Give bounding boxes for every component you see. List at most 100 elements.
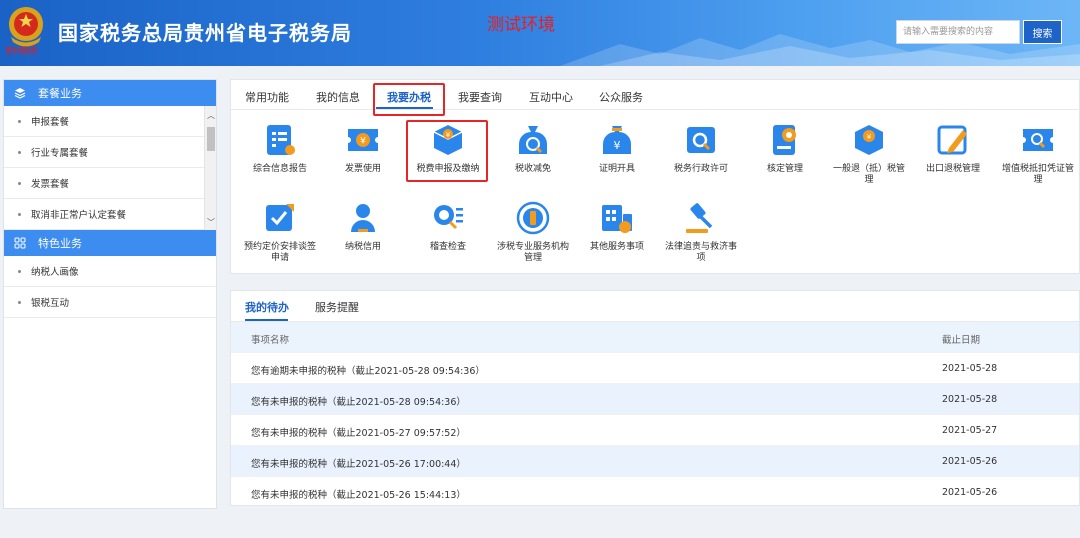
func-admin-permit[interactable]: 税务行政许可 bbox=[661, 122, 741, 175]
sidebar-item-declare-package[interactable]: 申报套餐 bbox=[4, 106, 216, 137]
sidebar-item-label: 取消非正常户认定套餐 bbox=[31, 210, 127, 221]
sidebar-item-cancel-abnormal-package[interactable]: 取消非正常户认定套餐 bbox=[4, 199, 216, 230]
tab-service-reminder[interactable]: 服务提醒 bbox=[315, 299, 359, 315]
chevron-up-icon[interactable]: ︿ bbox=[207, 110, 215, 121]
refund-icon: ¥ bbox=[855, 125, 883, 155]
func-other-services[interactable]: 其他服务事项 bbox=[577, 200, 657, 253]
sidebar-item-bank-tax[interactable]: 银税互动 bbox=[4, 287, 216, 318]
sidebar: 套餐业务 申报套餐 行业专属套餐 发票套餐 取消非正常户认定套餐 ︿ ﹀ 特色业… bbox=[3, 79, 217, 509]
sidebar-item-industry-package[interactable]: 行业专属套餐 bbox=[4, 137, 216, 168]
export-refund-icon bbox=[937, 125, 967, 155]
sidebar-group-title: 特色业务 bbox=[38, 237, 82, 250]
bullet-dot bbox=[18, 119, 21, 123]
vat-voucher-icon bbox=[1023, 129, 1053, 151]
search-input[interactable] bbox=[896, 20, 1020, 44]
sidebar-item-invoice-package[interactable]: 发票套餐 bbox=[4, 168, 216, 199]
function-panel: 常用功能 我的信息 我要办税 我要查询 互动中心 公众服务 综合信息报告 ¥ 发… bbox=[230, 79, 1080, 274]
pricing-agreement-icon bbox=[266, 204, 294, 231]
svg-text:¥: ¥ bbox=[360, 137, 366, 147]
grid-icon bbox=[14, 237, 26, 249]
bullet-dot bbox=[18, 181, 21, 185]
sidebar-item-label: 申报套餐 bbox=[31, 117, 70, 128]
sidebar-item-label: 银税互动 bbox=[31, 298, 70, 309]
report-icon bbox=[267, 125, 295, 155]
row-item-name[interactable]: 您有未申报的税种（截止2021-05-26 15:44:13） bbox=[251, 487, 466, 501]
func-vat-voucher[interactable]: 增值税抵扣凭证管理 bbox=[998, 122, 1078, 186]
func-invoice[interactable]: ¥ 发票使用 bbox=[323, 122, 403, 175]
tab-my-todo[interactable]: 我的待办 bbox=[245, 299, 289, 315]
row-deadline: 2021-05-27 bbox=[942, 425, 998, 436]
sidebar-scrollbar[interactable]: ︿ ﹀ bbox=[204, 106, 216, 230]
sidebar-item-label: 纳税人画像 bbox=[31, 267, 79, 278]
legal-icon bbox=[686, 203, 713, 233]
func-label: 核定管理 bbox=[766, 164, 803, 174]
table-row[interactable]: 您有未申报的税种（截止2021-05-28 09:54:36） 2021-05-… bbox=[231, 384, 1079, 415]
row-deadline: 2021-05-26 bbox=[942, 456, 998, 467]
func-credit[interactable]: 纳税信用 bbox=[323, 200, 403, 253]
func-label: 税务行政许可 bbox=[673, 164, 728, 174]
sidebar-package-list: 申报套餐 行业专属套餐 发票套餐 取消非正常户认定套餐 ︿ ﹀ bbox=[4, 106, 216, 230]
row-deadline: 2021-05-28 bbox=[942, 394, 998, 405]
layers-icon bbox=[14, 87, 26, 99]
tab-common-functions[interactable]: 常用功能 bbox=[245, 89, 289, 105]
func-report[interactable]: 综合信息报告 bbox=[240, 122, 320, 175]
column-header-item: 事项名称 bbox=[251, 335, 290, 346]
tab-interaction-center[interactable]: 互动中心 bbox=[529, 89, 573, 105]
tax-relief-icon bbox=[519, 126, 547, 154]
tab-query[interactable]: 我要查询 bbox=[458, 89, 502, 105]
row-item-name[interactable]: 您有未申报的税种（截止2021-05-26 17:00:44） bbox=[251, 456, 466, 470]
func-refund[interactable]: ¥ 一般退（抵）税管理 bbox=[829, 122, 909, 186]
func-inspection[interactable]: 稽查检查 bbox=[408, 200, 488, 253]
row-deadline: 2021-05-28 bbox=[942, 363, 998, 374]
tab-bar: 常用功能 我的信息 我要办税 我要查询 互动中心 公众服务 bbox=[231, 80, 1080, 110]
todo-tab-bar: 我的待办 服务提醒 bbox=[231, 291, 1079, 322]
tab-highlight-box bbox=[373, 83, 445, 116]
func-label: 发票使用 bbox=[344, 164, 381, 174]
row-item-name[interactable]: 您有未申报的税种（截止2021-05-28 09:54:36） bbox=[251, 394, 466, 408]
row-item-name[interactable]: 您有逾期未申报的税种（截止2021-05-28 09:54:36） bbox=[251, 363, 485, 377]
todo-panel: 我的待办 服务提醒 事项名称 截止日期 您有逾期未申报的税种（截止2021-05… bbox=[230, 290, 1080, 508]
env-label: 测试环境 bbox=[487, 15, 555, 35]
bullet-dot bbox=[18, 269, 21, 273]
table-row[interactable]: 您有未申报的税种（截止2021-05-26 15:44:13） 2021-05-… bbox=[231, 477, 1079, 508]
func-label: 涉税专业服务机构管理 bbox=[496, 242, 569, 263]
func-legal[interactable]: 法律追责与救济事项 bbox=[661, 200, 741, 264]
sidebar-group-package[interactable]: 套餐业务 bbox=[4, 80, 216, 106]
func-label: 增值税抵扣凭证管理 bbox=[1001, 164, 1074, 185]
inspection-icon bbox=[434, 205, 463, 230]
tab-public-services[interactable]: 公众服务 bbox=[599, 89, 643, 105]
func-agency[interactable]: 涉税专业服务机构管理 bbox=[493, 200, 573, 264]
chevron-down-icon[interactable]: ﹀ bbox=[207, 217, 215, 228]
invoice-icon: ¥ bbox=[348, 129, 378, 151]
scroll-thumb[interactable] bbox=[207, 127, 215, 151]
top-header: 贵州税务 国家税务总局贵州省电子税务局 测试环境 搜索 bbox=[0, 0, 1080, 66]
table-row[interactable]: 您有逾期未申报的税种（截止2021-05-28 09:54:36） 2021-0… bbox=[231, 353, 1079, 384]
func-assessment[interactable]: 核定管理 bbox=[745, 122, 825, 175]
row-deadline: 2021-05-26 bbox=[942, 487, 998, 498]
sidebar-item-label: 发票套餐 bbox=[31, 179, 70, 190]
svg-text:¥: ¥ bbox=[614, 139, 621, 152]
sidebar-group-special[interactable]: 特色业务 bbox=[4, 230, 216, 256]
bullet-dot bbox=[18, 212, 21, 216]
certificate-icon: ¥ bbox=[603, 126, 631, 154]
table-row[interactable]: 您有未申报的税种（截止2021-05-27 09:57:52） 2021-05-… bbox=[231, 415, 1079, 446]
svg-text:¥: ¥ bbox=[867, 133, 872, 141]
func-label: 法律追责与救济事项 bbox=[664, 242, 737, 263]
active-tab-underline bbox=[245, 319, 288, 321]
sidebar-item-taxpayer-profile[interactable]: 纳税人画像 bbox=[4, 256, 216, 287]
func-export-refund[interactable]: 出口退税管理 bbox=[913, 122, 993, 175]
tab-my-info[interactable]: 我的信息 bbox=[316, 89, 360, 105]
bullet-dot bbox=[18, 300, 21, 304]
admin-permit-icon bbox=[687, 127, 715, 153]
table-header: 事项名称 截止日期 bbox=[231, 322, 1079, 353]
search-button[interactable]: 搜索 bbox=[1023, 20, 1062, 44]
func-label: 稽查检查 bbox=[429, 242, 466, 252]
row-item-name[interactable]: 您有未申报的税种（截止2021-05-27 09:57:52） bbox=[251, 425, 466, 439]
func-label: 纳税信用 bbox=[344, 242, 381, 252]
func-certificate[interactable]: ¥ 证明开具 bbox=[577, 122, 657, 175]
func-pricing-agreement[interactable]: 预约定价安排谈签申请 bbox=[240, 200, 320, 264]
table-row[interactable]: 您有未申报的税种（截止2021-05-26 17:00:44） 2021-05-… bbox=[231, 446, 1079, 477]
func-label: 证明开具 bbox=[598, 164, 635, 174]
func-tax-relief[interactable]: 税收减免 bbox=[493, 122, 573, 175]
column-header-deadline: 截止日期 bbox=[942, 335, 981, 346]
